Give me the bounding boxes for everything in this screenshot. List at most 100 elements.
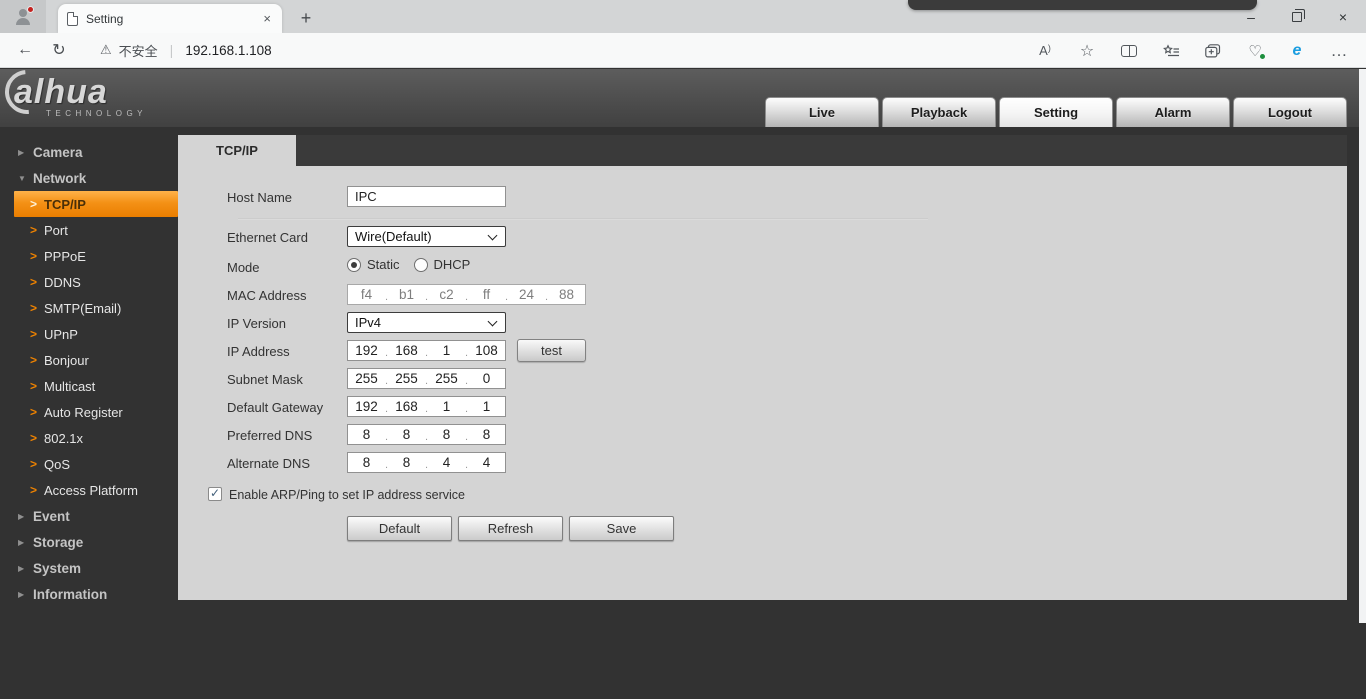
ip-version-row: IP Version IPv4 [178,312,1347,334]
restore-button[interactable] [1274,0,1320,33]
sidebar-item-multicast[interactable]: >Multicast [0,373,178,399]
browser-tab[interactable]: Setting × [58,4,282,33]
subnet-mask-label: Subnet Mask [227,372,303,387]
static-radio[interactable] [347,258,361,272]
favorites-star-button[interactable]: ☆ [1066,41,1108,61]
ie-mode-icon: e [1293,42,1302,60]
collapsed-arrow-icon: ▶ [18,148,30,157]
default-button[interactable]: Default [347,516,452,541]
chevron-icon: > [30,405,44,419]
ip-address-input[interactable]: 192. 168. 1. 108 [347,340,506,361]
sidebar-item-network[interactable]: ▼Network [0,165,178,191]
ie-mode-button[interactable]: e [1276,42,1318,60]
host-name-input[interactable] [347,186,506,207]
read-aloud-button[interactable]: A) [1024,43,1066,58]
panel-tab-strip: TCP/IP [178,135,1347,166]
security-chip[interactable]: ⚠ 不安全 [100,41,158,60]
refresh-button[interactable]: Refresh [458,516,563,541]
sidebar-item-pppoe[interactable]: >PPPoE [0,243,178,269]
mac-address-row: MAC Address f4. b1. c2. ff. 24. 88 [178,284,1347,306]
arp-ping-label: Enable ARP/Ping to set IP address servic… [229,488,465,502]
mode-label: Mode [227,260,260,275]
notification-dot [27,6,34,13]
tab-title: Setting [86,12,261,26]
chevron-icon: > [30,249,44,263]
host-name-row: Host Name [178,186,1347,208]
address-url[interactable]: 192.168.1.108 [185,43,271,58]
alternate-dns-input[interactable]: 8. 8. 4. 4 [347,452,506,473]
sidebar-item-information[interactable]: ▶Information [0,581,178,607]
profile-avatar-icon [14,9,32,25]
sidebar-item-access-platform[interactable]: >Access Platform [0,477,178,503]
chevron-icon: > [30,301,44,315]
sidebar-item-bonjour[interactable]: >Bonjour [0,347,178,373]
ip-version-select[interactable]: IPv4 [347,312,506,333]
sidebar-item-upnp[interactable]: >UPnP [0,321,178,347]
chevron-icon: > [30,223,44,237]
nav-live-button[interactable]: Live [765,97,879,127]
settings-sidebar: ▶Camera ▼Network >TCP/IP >Port >PPPoE >D… [0,139,178,607]
camera-web-page: alhua TECHNOLOGY Live Playback Setting A… [0,69,1366,699]
nav-setting-button[interactable]: Setting [999,97,1113,127]
chevron-icon: > [30,353,44,367]
tab-tcpip[interactable]: TCP/IP [178,135,296,166]
save-button[interactable]: Save [569,516,674,541]
sidebar-item-qos[interactable]: >QoS [0,451,178,477]
star-list-icon [1163,44,1180,58]
dhcp-radio[interactable] [414,258,428,272]
close-button[interactable]: × [1320,0,1366,33]
favorites-list-button[interactable] [1150,44,1192,58]
browser-profile-button[interactable] [0,0,46,33]
not-secure-warning-icon: ⚠ [100,42,112,58]
section-divider [238,218,928,220]
default-gateway-input[interactable]: 192. 168. 1. 1 [347,396,506,417]
logo-swoosh-icon: a [14,73,34,112]
more-options-button[interactable]: … [1318,41,1360,61]
static-label: Static [367,257,400,272]
ip-address-label: IP Address [227,344,290,359]
minimize-button[interactable]: – [1228,0,1274,33]
ip-address-row: IP Address 192. 168. 1. 108 test [178,340,1347,362]
nav-playback-button[interactable]: Playback [882,97,996,127]
collections-button[interactable] [1192,44,1234,58]
tab-close-icon[interactable]: × [261,11,273,26]
essentials-heart-icon: ♡ [1248,42,1261,60]
refresh-button[interactable]: ↻ [42,40,76,60]
sidebar-item-port[interactable]: >Port [0,217,178,243]
new-tab-button[interactable]: + [292,4,320,32]
expanded-arrow-icon: ▼ [18,174,30,183]
default-gateway-row: Default Gateway 192. 168. 1. 1 [178,396,1347,418]
nav-logout-button[interactable]: Logout [1233,97,1347,127]
sidebar-item-event[interactable]: ▶Event [0,503,178,529]
test-button[interactable]: test [517,339,586,362]
arp-ping-row: Enable ARP/Ping to set IP address servic… [178,485,1347,507]
mac-address-label: MAC Address [227,288,306,303]
restore-icon [1292,12,1302,22]
ethernet-card-label: Ethernet Card [227,230,308,245]
ethernet-card-select[interactable]: Wire(Default) [347,226,506,247]
nav-alarm-button[interactable]: Alarm [1116,97,1230,127]
tcpip-panel: TCP/IP Host Name Ethernet Card Wire(Defa… [178,135,1347,600]
sidebar-item-tcpip[interactable]: >TCP/IP [14,191,178,217]
actions-row: Default Refresh Save [178,516,1347,538]
main-nav: Live Playback Setting Alarm Logout [765,97,1347,127]
preferred-dns-input[interactable]: 8. 8. 8. 8 [347,424,506,445]
preferred-dns-row: Preferred DNS 8. 8. 8. 8 [178,424,1347,446]
sidebar-item-system[interactable]: ▶System [0,555,178,581]
sidebar-item-smtp[interactable]: >SMTP(Email) [0,295,178,321]
collapsed-arrow-icon: ▶ [18,538,30,547]
arp-ping-checkbox[interactable] [208,487,222,501]
sidebar-item-8021x[interactable]: >802.1x [0,425,178,451]
browser-essentials-button[interactable]: ♡ [1234,42,1276,60]
sidebar-item-auto-register[interactable]: >Auto Register [0,399,178,425]
dhcp-label: DHCP [434,257,471,272]
green-check-dot [1259,53,1266,60]
dahua-logo: alhua TECHNOLOGY [14,73,147,118]
page-scrollbar[interactable] [1359,69,1366,623]
split-screen-button[interactable] [1108,45,1150,57]
sidebar-item-camera[interactable]: ▶Camera [0,139,178,165]
subnet-mask-input[interactable]: 255. 255. 255. 0 [347,368,506,389]
sidebar-item-ddns[interactable]: >DDNS [0,269,178,295]
sidebar-item-storage[interactable]: ▶Storage [0,529,178,555]
back-button[interactable]: ← [8,41,42,59]
